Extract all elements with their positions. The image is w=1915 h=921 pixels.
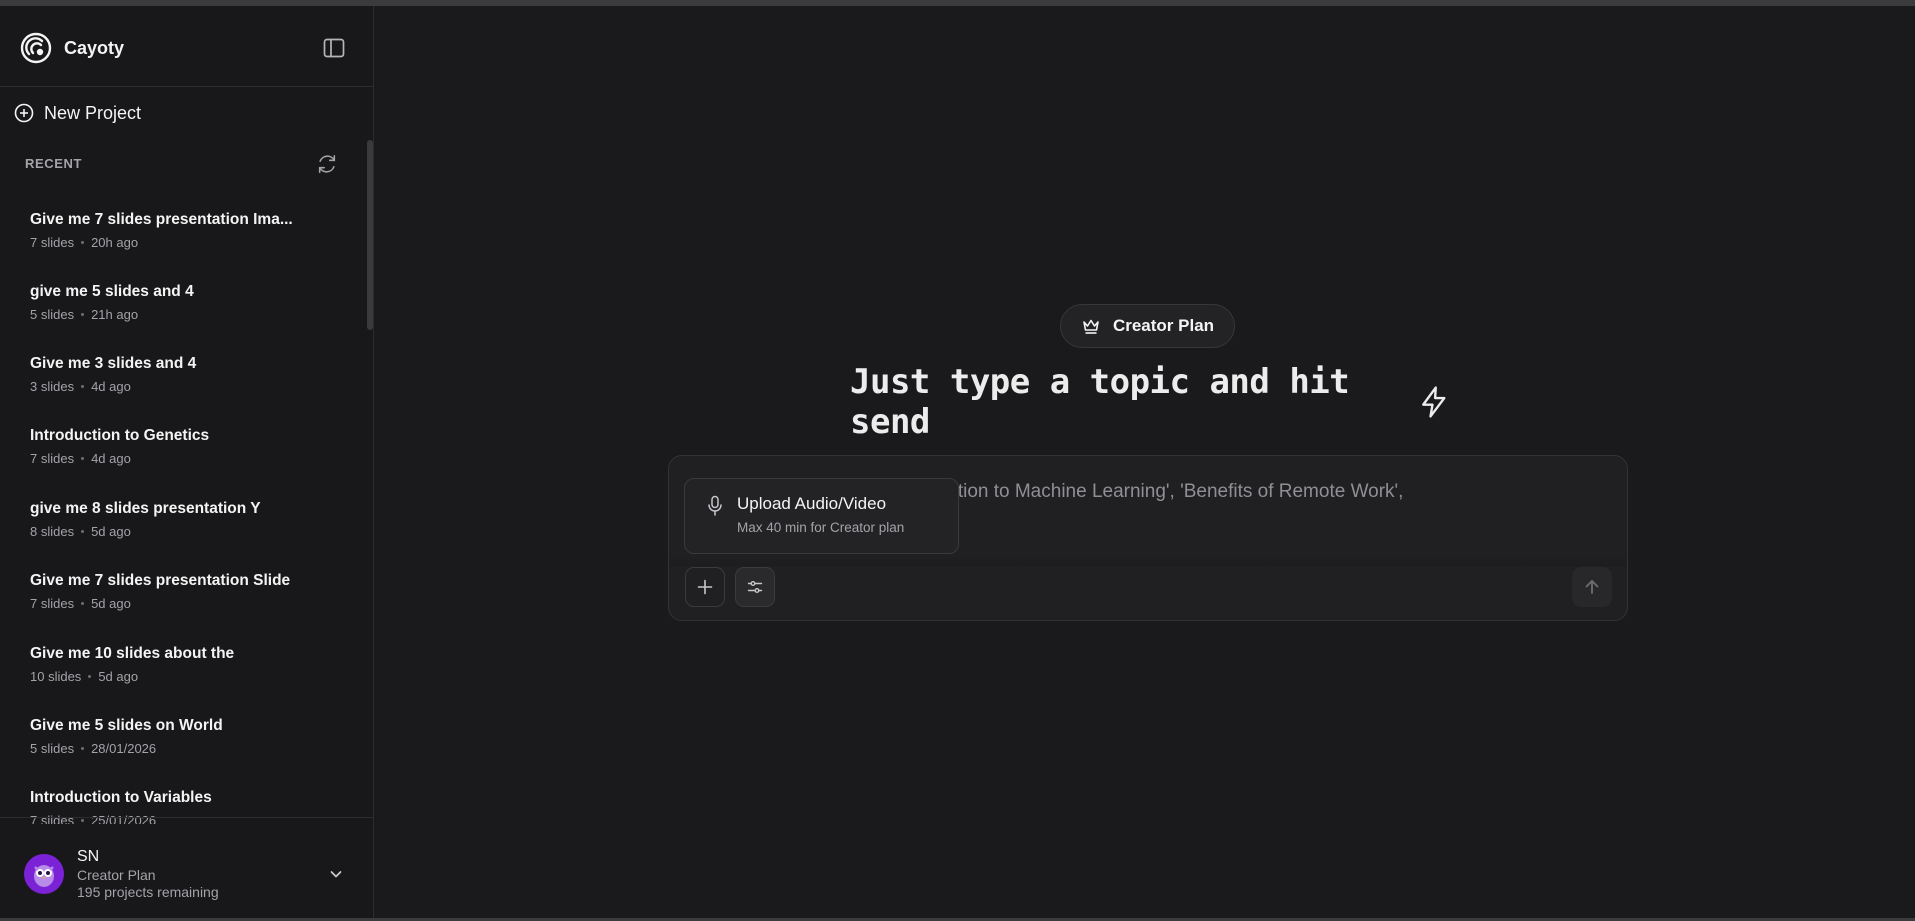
recent-item[interactable]: Give me 5 slides on World 5 slides 28/01/… xyxy=(30,716,330,776)
recent-item-time: 5d ago xyxy=(91,596,131,611)
recent-item-slides: 10 slides xyxy=(30,669,82,684)
recent-item[interactable]: Give me 10 slides about the 10 slides 5d … xyxy=(30,644,330,704)
brand[interactable]: Cayoty xyxy=(20,32,124,64)
page-title: Just type a topic and hit send xyxy=(850,362,1450,442)
recent-item[interactable]: give me 8 slides presentation Y 8 slides… xyxy=(30,499,330,559)
recent-item-title: give me 8 slides presentation Y xyxy=(30,500,261,517)
chevron-down-icon xyxy=(330,871,342,878)
recent-item-title: Give me 5 slides on World xyxy=(30,717,223,734)
headline-text: Just type a topic and hit send xyxy=(850,362,1350,442)
arrow-up-icon xyxy=(1585,580,1599,594)
recent-item-slides: 5 slides xyxy=(30,307,75,322)
recent-item-time: 21h ago xyxy=(91,307,139,322)
sidebar-divider xyxy=(0,86,374,87)
microphone-icon xyxy=(708,495,722,516)
recent-item-slides: 7 slides xyxy=(30,813,75,824)
separator-dot xyxy=(81,747,85,750)
sidebar-scrollbar[interactable] xyxy=(367,140,373,330)
cayoty-logo-icon xyxy=(20,32,52,64)
lightning-icon xyxy=(1422,386,1446,418)
recent-item-slides: 5 slides xyxy=(30,741,75,756)
recent-item-title: Give me 10 slides about the xyxy=(30,645,235,662)
recent-item-slides: 3 slides xyxy=(30,379,75,394)
separator-dot xyxy=(81,241,85,244)
separator-dot xyxy=(81,457,85,460)
recent-item-title: Give me 7 slides presentation Slide xyxy=(30,572,291,589)
refresh-icon xyxy=(318,154,336,174)
recent-item-slides: 7 slides xyxy=(30,596,75,611)
recent-item-title: Give me 7 slides presentation Ima... xyxy=(30,211,293,228)
recent-item[interactable]: Introduction to Variables 7 slides 25/01/… xyxy=(30,788,330,824)
send-button[interactable] xyxy=(1572,567,1612,607)
recent-item-title: Introduction to Variables xyxy=(30,789,212,806)
avatar xyxy=(24,854,64,894)
user-menu[interactable]: SN Creator Plan 195 projects remaining xyxy=(24,846,354,906)
recent-item-time: 5d ago xyxy=(91,524,131,539)
plus-icon xyxy=(697,579,713,595)
composer-fade xyxy=(669,556,1627,566)
user-name: SN xyxy=(77,848,100,865)
recent-item[interactable]: Introduction to Genetics 7 slides 4d ago xyxy=(30,426,330,486)
owl-avatar-icon xyxy=(34,865,54,887)
recent-item[interactable]: Give me 7 slides presentation Slide 7 sl… xyxy=(30,571,330,631)
user-plan: Creator Plan xyxy=(77,867,156,883)
plan-badge[interactable]: Creator Plan xyxy=(1060,304,1235,348)
recent-item[interactable]: Give me 3 slides and 4 3 slides 4d ago xyxy=(30,354,330,414)
settings-button[interactable] xyxy=(735,567,775,607)
recent-list: Give me 7 slides presentation Ima... 7 s… xyxy=(0,196,366,824)
separator-dot xyxy=(81,313,85,316)
separator-dot xyxy=(81,819,85,822)
add-attachment-button[interactable] xyxy=(685,567,725,607)
recent-item-time: 28/01/2026 xyxy=(91,741,157,756)
recent-item[interactable]: Give me 7 slides presentation Ima... 7 s… xyxy=(30,210,330,270)
upload-subtitle: Max 40 min for Creator plan xyxy=(737,520,905,535)
recent-item-time: 4d ago xyxy=(91,451,131,466)
sliders-icon xyxy=(747,581,763,593)
app-name: Cayoty xyxy=(64,37,125,58)
recent-item-slides: 7 slides xyxy=(30,451,75,466)
separator-dot xyxy=(81,530,85,533)
sidebar-toggle-icon xyxy=(323,38,345,58)
plan-badge-label: Creator Plan xyxy=(1112,316,1215,335)
new-project-label: New Project xyxy=(44,102,142,123)
recent-item-time: 4d ago xyxy=(91,379,131,394)
sidebar-bottom-divider xyxy=(0,817,374,818)
crown-icon xyxy=(1083,319,1099,334)
upload-title: Upload Audio/Video xyxy=(737,494,887,513)
recent-item-time: 25/01/2026 xyxy=(91,813,157,824)
projects-remaining: 195 projects remaining xyxy=(77,884,219,900)
sidebar: Cayoty New Project RECENT Give me 7 slid… xyxy=(0,6,374,918)
separator-dot xyxy=(81,385,85,388)
separator-dot xyxy=(81,602,85,605)
recent-item-title: give me 5 slides and 4 xyxy=(30,283,194,300)
sidebar-toggle-button[interactable] xyxy=(320,34,348,62)
recent-item-title: Introduction to Genetics xyxy=(30,427,210,444)
recent-item-time: 5d ago xyxy=(98,669,139,684)
new-project-button[interactable]: New Project xyxy=(14,98,141,128)
plus-circle-icon xyxy=(14,103,34,123)
recent-item[interactable]: give me 5 slides and 4 5 slides 21h ago xyxy=(30,282,330,342)
refresh-button[interactable] xyxy=(314,151,340,177)
upload-audio-video-option[interactable]: Upload Audio/Video Max 40 min for Creato… xyxy=(684,478,959,554)
separator-dot xyxy=(88,675,92,678)
recent-item-time: 20h ago xyxy=(91,235,139,250)
recent-item-slides: 8 slides xyxy=(30,524,75,539)
recent-item-slides: 7 slides xyxy=(30,235,75,250)
recent-item-title: Give me 3 slides and 4 xyxy=(30,355,197,372)
recent-header: RECENT xyxy=(25,156,83,171)
